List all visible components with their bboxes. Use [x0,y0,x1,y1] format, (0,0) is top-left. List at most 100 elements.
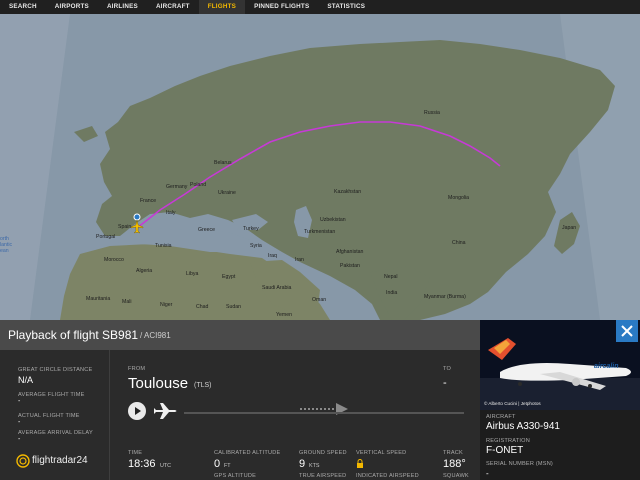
ground-speed-value: 9 [299,458,306,470]
photo-credit[interactable]: © Alberto Cucini | Jetphotos [484,401,541,406]
registration-label: REGISTRATION [486,438,530,444]
time-unit: UTC [160,463,172,469]
great-circle-distance-value: N/A [18,375,34,385]
map-label-algeria: Algeria [136,268,153,274]
app-root: SEARCH AIRPORTS AIRLINES AIRCRAFT FLIGHT… [0,0,640,480]
origin-marker [133,213,141,221]
map-label-mongolia: Mongolia [448,195,470,201]
vertical-speed-label: VERTICAL SPEED [356,450,407,456]
tab-aircraft[interactable]: AIRCRAFT [147,0,199,14]
indicated-airspeed-label: INDICATED AIRSPEED [356,473,419,479]
map-label-pakistan: Pakistan [340,263,360,269]
map-label-oman: Oman [312,297,327,303]
great-circle-distance-label: GREAT CIRCLE DISTANCE [18,367,93,373]
map-label-china: China [452,240,466,246]
map-label-tunisia: Tunisia [155,243,172,249]
calibrated-altitude-label: CALIBRATED ALTITUDE [214,450,281,456]
tab-flights[interactable]: FLIGHTS [198,0,246,14]
gps-altitude-label: GPS ALTITUDE [214,473,257,479]
tab-search[interactable]: SEARCH [0,0,46,14]
playback-title: Playback of flight SB981 [8,328,139,342]
map-label-greece: Greece [198,227,216,233]
map-label-morocco: Morocco [104,257,124,263]
average-flight-time-label: AVERAGE FLIGHT TIME [18,392,85,398]
map-label-saudi-arabia: Saudi Arabia [262,285,292,291]
map-label-kazakhstan: Kazakhstan [334,189,362,195]
close-button[interactable] [616,320,638,342]
registration-value[interactable]: F-ONET [486,445,523,456]
flight-callsign: / ACI981 [140,331,171,340]
from-code: (TLS) [194,382,212,389]
ground-speed-label: GROUND SPEED [299,450,347,456]
map-label-india: India [386,290,398,296]
from-city: Toulouse [128,375,189,392]
map-label-france: France [140,198,157,204]
airplane-icon [154,403,177,419]
calibrated-altitude-unit: FT [224,463,231,469]
tab-pinned-flights[interactable]: PINNED FLIGHTS [245,0,318,14]
close-icon [621,325,633,337]
vertical-speed-lock-icon [357,459,363,468]
playback-progress-track[interactable] [184,412,464,414]
map-label-myanmar: Myanmar (Burma) [424,294,466,300]
tab-airports[interactable]: AIRPORTS [46,0,98,14]
map-label-turkmenistan: Turkmenistan [304,229,336,235]
map-label-italy: Italy [166,210,176,216]
map-canvas [0,14,640,320]
top-navigation: SEARCH AIRPORTS AIRLINES AIRCRAFT FLIGHT… [0,0,640,14]
average-arrival-delay-label: AVERAGE ARRIVAL DELAY [18,430,93,436]
tab-statistics[interactable]: STATISTICS [318,0,374,14]
map-label-russia: Russia [424,110,440,116]
time-label: TIME [128,450,143,456]
map-label-chad: Chad [196,304,209,310]
play-button[interactable] [128,402,146,420]
playback-title-bar: Playback of flight SB981 / ACI981 [0,320,480,350]
ground-speed-unit: KTS [309,463,320,469]
average-flight-time-value: - [18,398,21,405]
radar-icon [16,454,30,468]
flight-map[interactable]: Russia Kazakhstan Mongolia China Japan U… [0,14,640,320]
calibrated-altitude-value: 0 [214,458,221,470]
terminator-shade-left [0,14,70,320]
map-label-afghanistan: Afghanistan [336,249,364,255]
time-value: 18:36 [128,458,156,470]
map-label-poland: Poland [190,182,207,188]
aircraft-value: Airbus A330-941 [486,421,560,432]
logo-text: flightradar24 [32,455,88,466]
map-label-syria: Syria [250,243,262,249]
serial-number-label: SERIAL NUMBER (MSN) [486,461,553,467]
squawk-label: SQUAWK [443,473,469,479]
map-label-libya: Libya [186,271,199,277]
map-label-sudan: Sudan [226,304,242,310]
map-label-portugal: Portugal [96,234,116,240]
map-label-japan: Japan [562,225,577,231]
map-label-germany: Germany [166,184,188,190]
map-label-ukraine: Ukraine [218,190,236,196]
aircraft-details: aircalin © Alberto Cucini | Jetphotos AI… [480,320,640,480]
track-value: 188° [443,458,466,470]
map-label-iran: Iran [295,257,304,263]
map-label-belarus: Belarus [214,160,232,166]
route-section: FROM Toulouse (TLS) TO - TIME 18:36 UTC [110,350,480,480]
map-label-iraq: Iraq [268,253,277,259]
terminator-shade-right [560,14,640,320]
aircraft-label: AIRCRAFT [486,414,516,420]
average-arrival-delay-value: - [18,436,21,443]
map-label-nepal: Nepal [384,274,398,280]
map-label-yemen: Yemen [276,312,292,318]
landmass-japan [554,212,580,254]
livery-text: aircalin [594,363,619,370]
map-label-mali: Mali [122,299,132,305]
actual-flight-time-value: - [18,419,21,426]
actual-flight-time-label: ACTUAL FLIGHT TIME [18,413,80,419]
map-label-uzbekistan: Uzbekistan [320,217,346,223]
flight-stats: GREAT CIRCLE DISTANCE N/A AVERAGE FLIGHT… [0,350,110,480]
landmass-iceland [74,126,98,142]
true-airspeed-label: TRUE AIRSPEED [299,473,347,479]
tab-airlines[interactable]: AIRLINES [98,0,147,14]
to-label: TO [443,366,452,372]
track-label: TRACK [443,450,463,456]
map-label-niger: Niger [160,302,173,308]
map-label-spain: Spain [118,224,132,230]
serial-number-value: - [486,469,489,478]
